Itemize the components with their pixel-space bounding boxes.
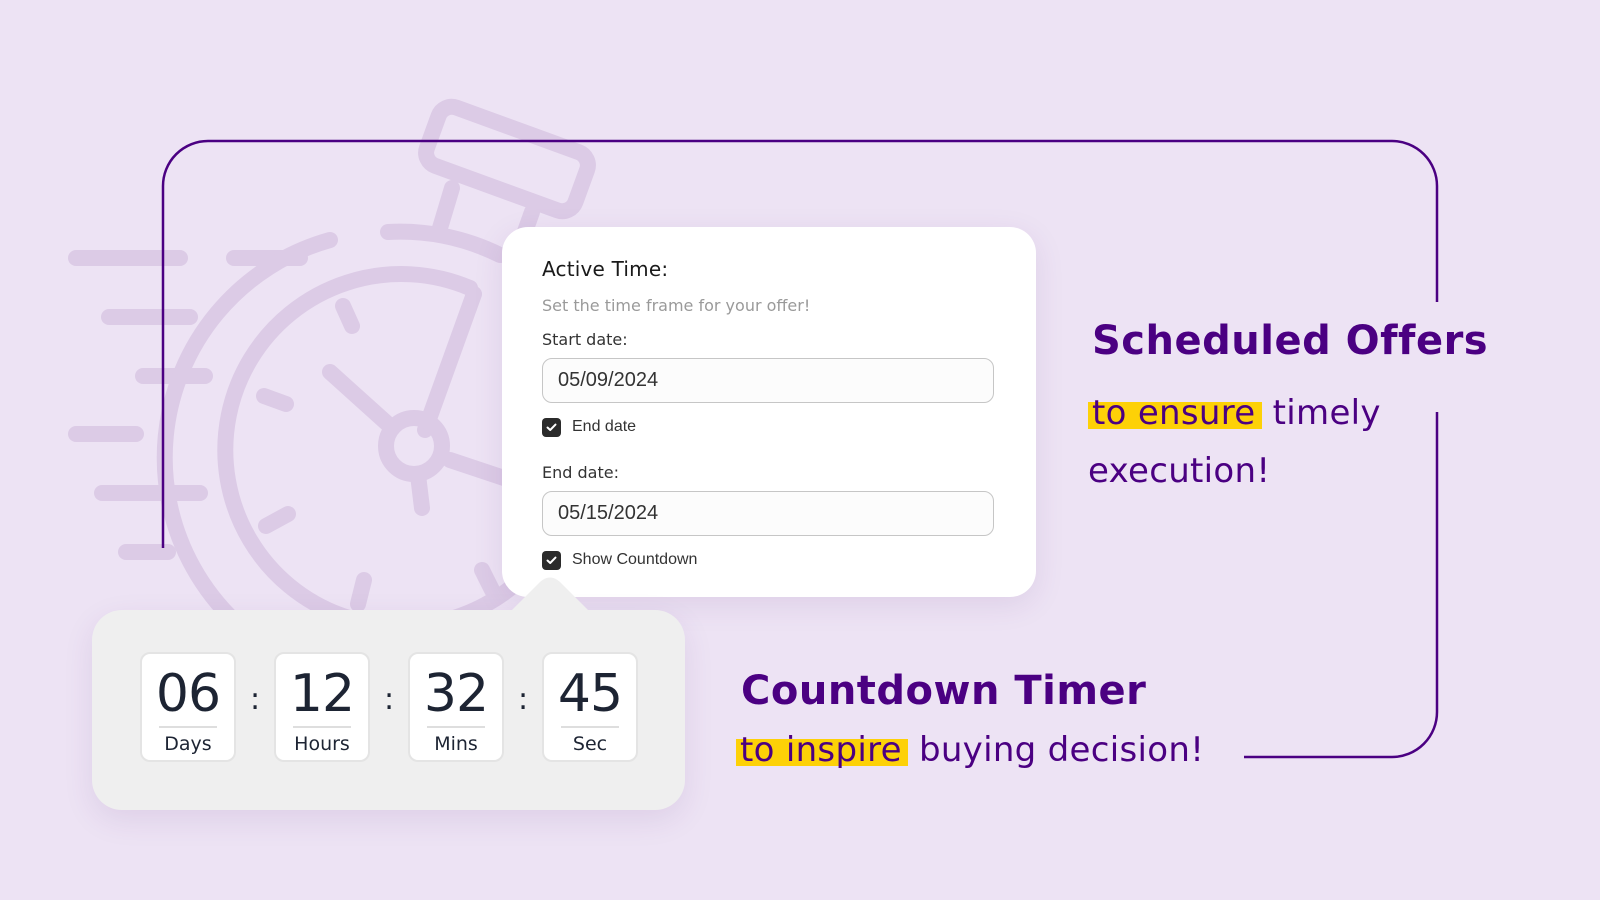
tagline-text: buying decision! bbox=[918, 730, 1205, 770]
divider bbox=[427, 726, 485, 728]
timer-sec-value: 45 bbox=[557, 664, 623, 724]
start-date-input[interactable] bbox=[542, 358, 994, 403]
tagline-text: timely bbox=[1272, 393, 1381, 433]
highlighted-phrase: to ensure bbox=[1088, 393, 1262, 433]
timer-hours-value: 12 bbox=[289, 664, 355, 724]
timer-separator: : bbox=[249, 682, 261, 717]
timer-days-value: 06 bbox=[155, 664, 221, 724]
divider bbox=[159, 726, 217, 728]
start-date-label: Start date: bbox=[542, 330, 628, 349]
timer-days: 06 Days bbox=[140, 652, 236, 762]
divider bbox=[561, 726, 619, 728]
timer-separator: : bbox=[383, 682, 395, 717]
checkmark-icon bbox=[546, 423, 557, 431]
feature-tagline-scheduled-offers: to ensure timely execution! bbox=[1088, 384, 1381, 500]
timer-mins-label: Mins bbox=[434, 733, 478, 755]
end-date-checkbox[interactable] bbox=[542, 417, 561, 437]
timer-days-label: Days bbox=[164, 733, 212, 755]
feature-tagline-countdown-timer: to inspire buying decision! bbox=[736, 730, 1204, 770]
show-countdown-checkbox[interactable] bbox=[542, 550, 561, 570]
timer-mins: 32 Mins bbox=[408, 652, 504, 762]
end-date-toggle-label: End date bbox=[572, 418, 637, 435]
checkmark-icon bbox=[546, 556, 557, 564]
show-countdown-toggle[interactable]: Show Countdown bbox=[542, 548, 994, 572]
feature-title-countdown-timer: Countdown Timer bbox=[741, 668, 1147, 714]
card-title: Active Time: bbox=[542, 257, 669, 281]
card-subtitle: Set the time frame for your offer! bbox=[542, 296, 811, 315]
timer-hours: 12 Hours bbox=[274, 652, 370, 762]
highlighted-phrase: to inspire bbox=[736, 730, 908, 770]
timer-row: 06 Days : 12 Hours : 32 Mins : 45 Sec bbox=[140, 652, 638, 762]
panel-pointer bbox=[510, 577, 590, 612]
timer-hours-label: Hours bbox=[294, 733, 350, 755]
feature-title-scheduled-offers: Scheduled Offers bbox=[1092, 318, 1489, 364]
countdown-timer-panel: 06 Days : 12 Hours : 32 Mins : 45 Sec bbox=[92, 577, 685, 810]
timer-separator: : bbox=[517, 682, 529, 717]
end-date-input[interactable] bbox=[542, 491, 994, 536]
timer-mins-value: 32 bbox=[423, 664, 489, 724]
timer-sec: 45 Sec bbox=[542, 652, 638, 762]
show-countdown-label: Show Countdown bbox=[572, 551, 698, 568]
tagline-text: execution! bbox=[1088, 451, 1271, 491]
end-date-toggle[interactable]: End date bbox=[542, 415, 994, 439]
divider bbox=[293, 726, 351, 728]
active-time-card: Active Time: Set the time frame for your… bbox=[502, 227, 1036, 597]
end-date-label: End date: bbox=[542, 463, 619, 482]
timer-sec-label: Sec bbox=[572, 733, 608, 755]
